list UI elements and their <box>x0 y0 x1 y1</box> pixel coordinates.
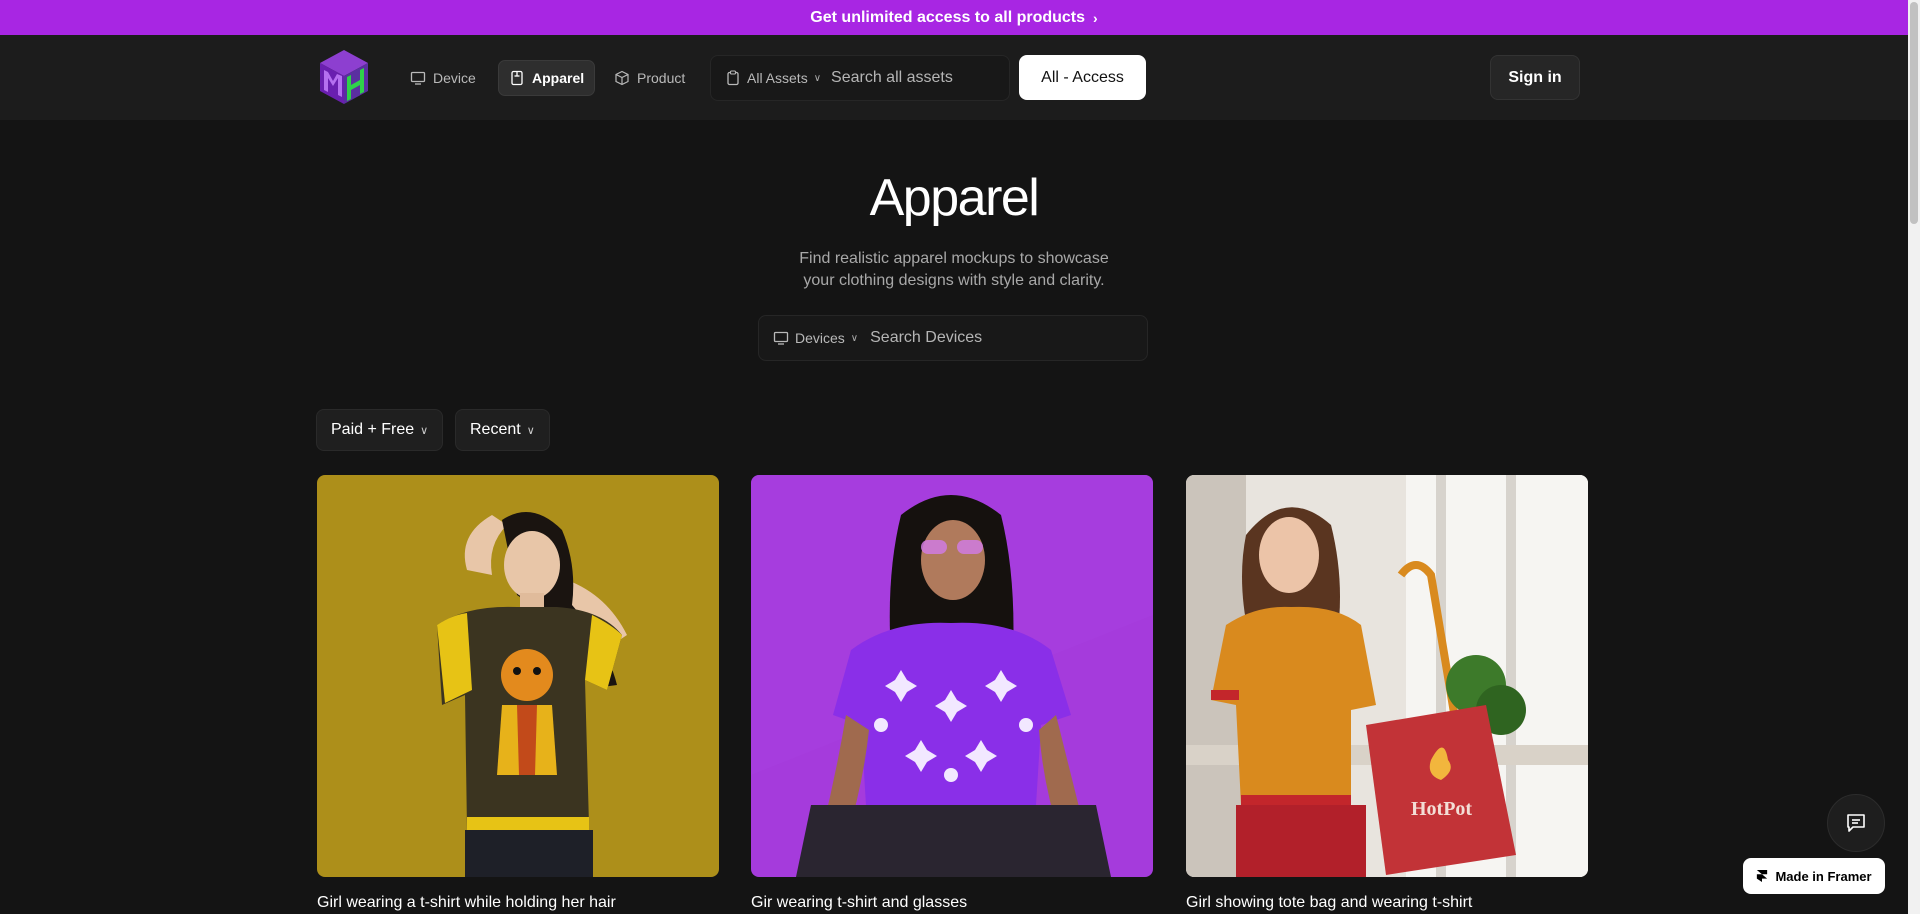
mockup-card[interactable]: Gir wearing t-shirt and glasses <box>751 475 1153 912</box>
sign-in-button[interactable]: Sign in <box>1490 55 1580 100</box>
framer-logo-icon <box>1757 870 1768 882</box>
device-category-dropdown[interactable]: Devices ∨ <box>759 330 870 346</box>
device-category-label: Devices <box>795 330 845 346</box>
chevron-down-icon: ∨ <box>420 424 429 437</box>
chevron-down-icon: ∨ <box>813 72 822 84</box>
mockup-thumbnail <box>317 475 719 877</box>
mockup-card[interactable]: HotPot Girl showing tote bag and wearing… <box>1186 475 1588 912</box>
promo-text: Get unlimited access to all products <box>810 8 1086 26</box>
chevron-right-icon: › <box>1093 9 1098 26</box>
device-search-input[interactable] <box>870 329 1071 347</box>
device-search-bar: Devices ∨ <box>758 315 1148 361</box>
clipboard-icon <box>727 70 739 86</box>
page-scrollbar[interactable] <box>1908 0 1920 914</box>
svg-text:HotPot: HotPot <box>1411 798 1472 820</box>
promo-banner[interactable]: Get unlimited access to all products › <box>0 0 1908 35</box>
nav-item-label: Product <box>637 70 686 86</box>
chevron-down-icon: ∨ <box>526 424 535 437</box>
nav-item-label: Device <box>433 70 476 86</box>
shirt-tag-icon <box>511 70 523 86</box>
box-icon <box>615 70 629 86</box>
nav-item-apparel[interactable]: Apparel <box>498 60 596 96</box>
mockup-title: Gir wearing t-shirt and glasses <box>751 894 968 911</box>
navbar: Device Apparel Product All Assets ∨ All … <box>0 35 1908 120</box>
nav-item-device[interactable]: Device <box>400 60 486 96</box>
page-title: Apparel <box>869 169 1040 227</box>
sort-filter-label: Recent <box>470 421 521 438</box>
asset-category-dropdown[interactable]: All Assets ∨ <box>711 70 831 86</box>
chat-bubble-icon <box>1847 814 1865 832</box>
site-logo[interactable] <box>316 48 372 106</box>
pricing-filter-dropdown[interactable]: Paid + Free ∨ <box>316 409 444 451</box>
scrollbar-thumb[interactable] <box>1910 2 1918 224</box>
made-in-framer-badge[interactable]: Made in Framer <box>1743 858 1885 894</box>
asset-search-input[interactable] <box>831 69 982 87</box>
logo-cube-icon <box>320 50 368 104</box>
sort-filter-dropdown[interactable]: Recent ∨ <box>455 409 550 451</box>
nav-item-label: Apparel <box>532 70 585 86</box>
page-subtitle: Find realistic apparel mockups to showca… <box>0 248 1908 292</box>
asset-category-label: All Assets <box>747 70 808 86</box>
mockup-title: Girl showing tote bag and wearing t-shir… <box>1186 894 1473 911</box>
mockup-thumbnail <box>751 475 1153 877</box>
subtitle-line: your clothing designs with style and cla… <box>803 272 1105 289</box>
mockup-image-purple-tshirt <box>751 475 1153 877</box>
nav-item-product[interactable]: Product <box>604 60 695 96</box>
mockup-card[interactable]: Girl wearing a t-shirt while holding her… <box>317 475 719 912</box>
mockup-title: Girl wearing a t-shirt while holding her… <box>317 894 616 911</box>
monitor-icon <box>410 71 426 85</box>
all-access-button[interactable]: All - Access <box>1019 55 1146 100</box>
badge-label: Made in Framer <box>1775 868 1872 884</box>
chat-button[interactable] <box>1827 794 1885 852</box>
asset-search-bar: All Assets ∨ <box>710 55 1010 101</box>
mockup-image-tiger-tshirt <box>317 475 719 877</box>
mockup-thumbnail: HotPot <box>1186 475 1588 877</box>
pricing-filter-label: Paid + Free <box>331 421 415 438</box>
chevron-down-icon: ∨ <box>850 332 859 344</box>
monitor-icon <box>773 331 789 345</box>
mockup-image-tote-bag: HotPot <box>1186 475 1588 877</box>
subtitle-line: Find realistic apparel mockups to showca… <box>799 250 1109 267</box>
